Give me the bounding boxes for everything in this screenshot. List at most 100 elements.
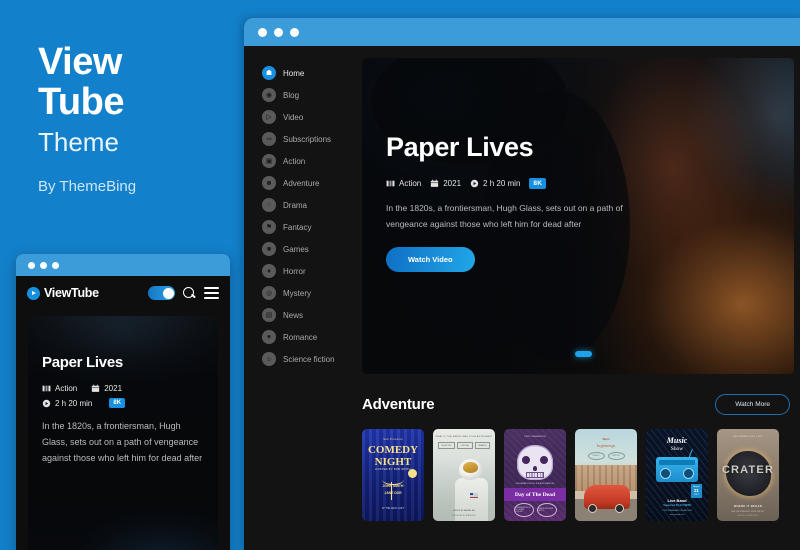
poster-5-info-a: TICKETS AVAILABLE ONLINE NOW bbox=[662, 510, 692, 512]
sidebar-item-mystery[interactable]: ◎ Mystery bbox=[262, 282, 362, 304]
promo-title-line1: View bbox=[38, 41, 122, 83]
watch-more-button[interactable]: Watch More bbox=[715, 394, 790, 415]
hero-description: In the 1820s, a frontiersman, Hugh Glass… bbox=[386, 203, 623, 229]
poster-3-title: Day of The Dead bbox=[514, 491, 556, 498]
poster-1-title-a: COMEDY bbox=[367, 444, 419, 456]
poster-card-day-of-the-dead[interactable]: FIRST GENERATION CELEBRATION OF LIFE AND… bbox=[504, 429, 566, 521]
poster-3-top-left: FIRST GENERATION bbox=[524, 436, 546, 438]
poster-3-teeth-shape bbox=[526, 472, 544, 478]
sidebar-item-fantacy[interactable]: ⚑ Fantacy bbox=[262, 216, 362, 238]
hero-banner: Paper Lives Action 2021 2 h 20 min 8K In… bbox=[362, 58, 794, 374]
hero-year-label: 2021 bbox=[443, 179, 462, 188]
hero-meta-row: Action 2021 2 h 20 min 8K bbox=[386, 178, 646, 189]
sidebar-item-games[interactable]: ■ Games bbox=[262, 238, 362, 260]
hero-genre-label: Action bbox=[399, 179, 422, 188]
poster-2-chip: SELECTED bbox=[437, 442, 455, 450]
sidebar-item-blog[interactable]: ◉ Blog bbox=[262, 84, 362, 106]
rss-icon: ∾ bbox=[262, 132, 276, 146]
poster-2-bottom-b: PRODUCED BY STARLIGHT bbox=[452, 515, 476, 517]
poster-card-warm-beginnings[interactable]: Warm beginnings SEASON EPISODE bbox=[575, 429, 637, 521]
mobile-header: ViewTube bbox=[16, 276, 230, 310]
watch-video-button[interactable]: Watch Video bbox=[386, 247, 475, 273]
mobile-hero-banner: Paper Lives Action 2021 2 h 20 min 8K In… bbox=[28, 316, 218, 550]
sidebar-item-drama[interactable]: ♢ Drama bbox=[262, 194, 362, 216]
hamburger-menu-icon[interactable] bbox=[204, 287, 219, 299]
heart-icon: ♥ bbox=[262, 330, 276, 344]
poster-1-moon-shape bbox=[408, 469, 417, 478]
sidebar-item-video[interactable]: ▷ Video bbox=[262, 106, 362, 128]
hero-title: Paper Lives bbox=[386, 132, 534, 162]
mobile-hero-description: In the 1820s, a frontiersman, Hugh Glass… bbox=[42, 421, 203, 463]
poster-5-speaker-left bbox=[660, 468, 671, 479]
sidebar-item-news[interactable]: ▤ News bbox=[262, 304, 362, 326]
burger-line bbox=[204, 296, 219, 299]
sidebar-item-science-fiction[interactable]: ☺ Science fiction bbox=[262, 348, 362, 370]
sidebar-item-romance[interactable]: ♥ Romance bbox=[262, 326, 362, 348]
play-logo-icon bbox=[27, 286, 40, 300]
sidebar-item-horror[interactable]: ♦ Horror bbox=[262, 260, 362, 282]
poster-2-chip: OFFICIAL bbox=[457, 442, 473, 450]
theme-toggle-switch[interactable] bbox=[148, 286, 175, 300]
sidebar-item-label: Games bbox=[283, 244, 309, 254]
poster-3-label: CELEBRATION OF LIFE AND MEMORY bbox=[515, 483, 555, 485]
sidebar-item-subscriptions[interactable]: ∾ Subscriptions bbox=[262, 128, 362, 150]
poster-5-speaker-right bbox=[683, 468, 694, 479]
poster-5-supported: Supported By DJ SNOW bbox=[663, 504, 691, 507]
poster-4-chip: SEASON bbox=[587, 452, 605, 460]
sidebar-item-label: Drama bbox=[283, 200, 308, 210]
poster-4-wheel-rear bbox=[615, 504, 624, 513]
hero-quality-badge: 8K bbox=[529, 178, 547, 189]
poster-3-circle-left: A CELEBRATION OF COLOR AND CULTURE bbox=[513, 503, 534, 517]
main-content: Paper Lives Action 2021 2 h 20 min 8K In… bbox=[362, 46, 800, 550]
toggle-knob bbox=[162, 287, 174, 299]
poster-3-eye-left bbox=[521, 455, 531, 465]
hero-genre: Action bbox=[386, 179, 421, 188]
poster-2-chip-row: SELECTED OFFICIAL AWARDS bbox=[433, 442, 495, 450]
hero-duration-label: 2 h 20 min bbox=[483, 179, 521, 188]
mobile-hero-title: Paper Lives bbox=[42, 354, 123, 371]
poster-6-sub-a: AND THE STARS FELL FROM THE SKY bbox=[731, 511, 765, 513]
hero-slider-indicator[interactable] bbox=[575, 351, 592, 357]
mobile-window-close-dot[interactable] bbox=[28, 261, 35, 269]
poster-1-title-b: NIGHT bbox=[374, 456, 412, 468]
sidebar-item-label: Home bbox=[283, 68, 305, 78]
film-icon bbox=[42, 385, 51, 392]
mobile-year: 2021 bbox=[91, 384, 122, 393]
promo-title: View Tube bbox=[38, 42, 228, 123]
drop-icon: ♦ bbox=[262, 264, 276, 278]
window-maximize-dot[interactable] bbox=[290, 27, 299, 37]
poster-card-list: Star Presents COMEDY NIGHT HOSTED BY BOB… bbox=[362, 429, 794, 521]
sidebar-item-label: Video bbox=[283, 112, 304, 122]
poster-2-chip: AWARDS bbox=[475, 442, 490, 450]
sidebar-item-action[interactable]: ▣ Action bbox=[262, 150, 362, 172]
mobile-quality-badge: 8K bbox=[109, 398, 126, 408]
poster-card-astronaut[interactable]: WHAT IF THE EARTH WAS YOUR ASTRONAUT SEL… bbox=[433, 429, 495, 521]
video-icon: ▷ bbox=[262, 110, 276, 124]
home-icon: ☗ bbox=[262, 66, 276, 80]
poster-2-bottom-a: A FILM BY ANNA LEE bbox=[453, 510, 475, 512]
camera-icon: ▣ bbox=[262, 154, 276, 168]
poster-card-comedy-night[interactable]: Star Presents COMEDY NIGHT HOSTED BY BOB… bbox=[362, 429, 424, 521]
poster-5-info-b: www.yoursite.com bbox=[669, 514, 685, 516]
blog-icon: ◉ bbox=[262, 88, 276, 102]
window-minimize-dot[interactable] bbox=[274, 27, 283, 37]
promo-subtitle: Theme bbox=[38, 126, 119, 157]
poster-card-music-show[interactable]: Music Show August 21 2021 Live Band Supp… bbox=[646, 429, 708, 521]
window-close-dot[interactable] bbox=[258, 27, 267, 37]
browser-content: ☗ Home ◉ Blog ▷ Video ∾ Subscriptions ▣ Action ☻ Ad… bbox=[244, 46, 800, 550]
poster-card-crater[interactable]: SEPTEMBER 2021 | A24 CRATER WHERE IT BEG… bbox=[717, 429, 779, 521]
mobile-logo[interactable]: ViewTube bbox=[27, 286, 140, 300]
sidebar-item-adventure[interactable]: ☻ Adventure bbox=[262, 172, 362, 194]
sidebar-item-label: Subscriptions bbox=[283, 134, 332, 144]
calendar-icon bbox=[92, 384, 100, 392]
mask-icon: ♢ bbox=[262, 198, 276, 212]
search-icon[interactable] bbox=[183, 286, 196, 300]
sidebar-nav: ☗ Home ◉ Blog ▷ Video ∾ Subscriptions ▣ Action ☻ Ad… bbox=[244, 46, 362, 550]
sidebar-item-home[interactable]: ☗ Home bbox=[262, 62, 362, 84]
poster-4-title: beginnings bbox=[596, 443, 616, 448]
poster-2-flag-patch bbox=[470, 493, 478, 498]
mobile-window-minimize-dot[interactable] bbox=[40, 261, 47, 269]
mobile-titlebar bbox=[16, 254, 230, 276]
mobile-window-maximize-dot[interactable] bbox=[52, 261, 59, 269]
hero-text-block: Paper Lives Action 2021 2 h 20 min 8K In… bbox=[386, 132, 646, 273]
